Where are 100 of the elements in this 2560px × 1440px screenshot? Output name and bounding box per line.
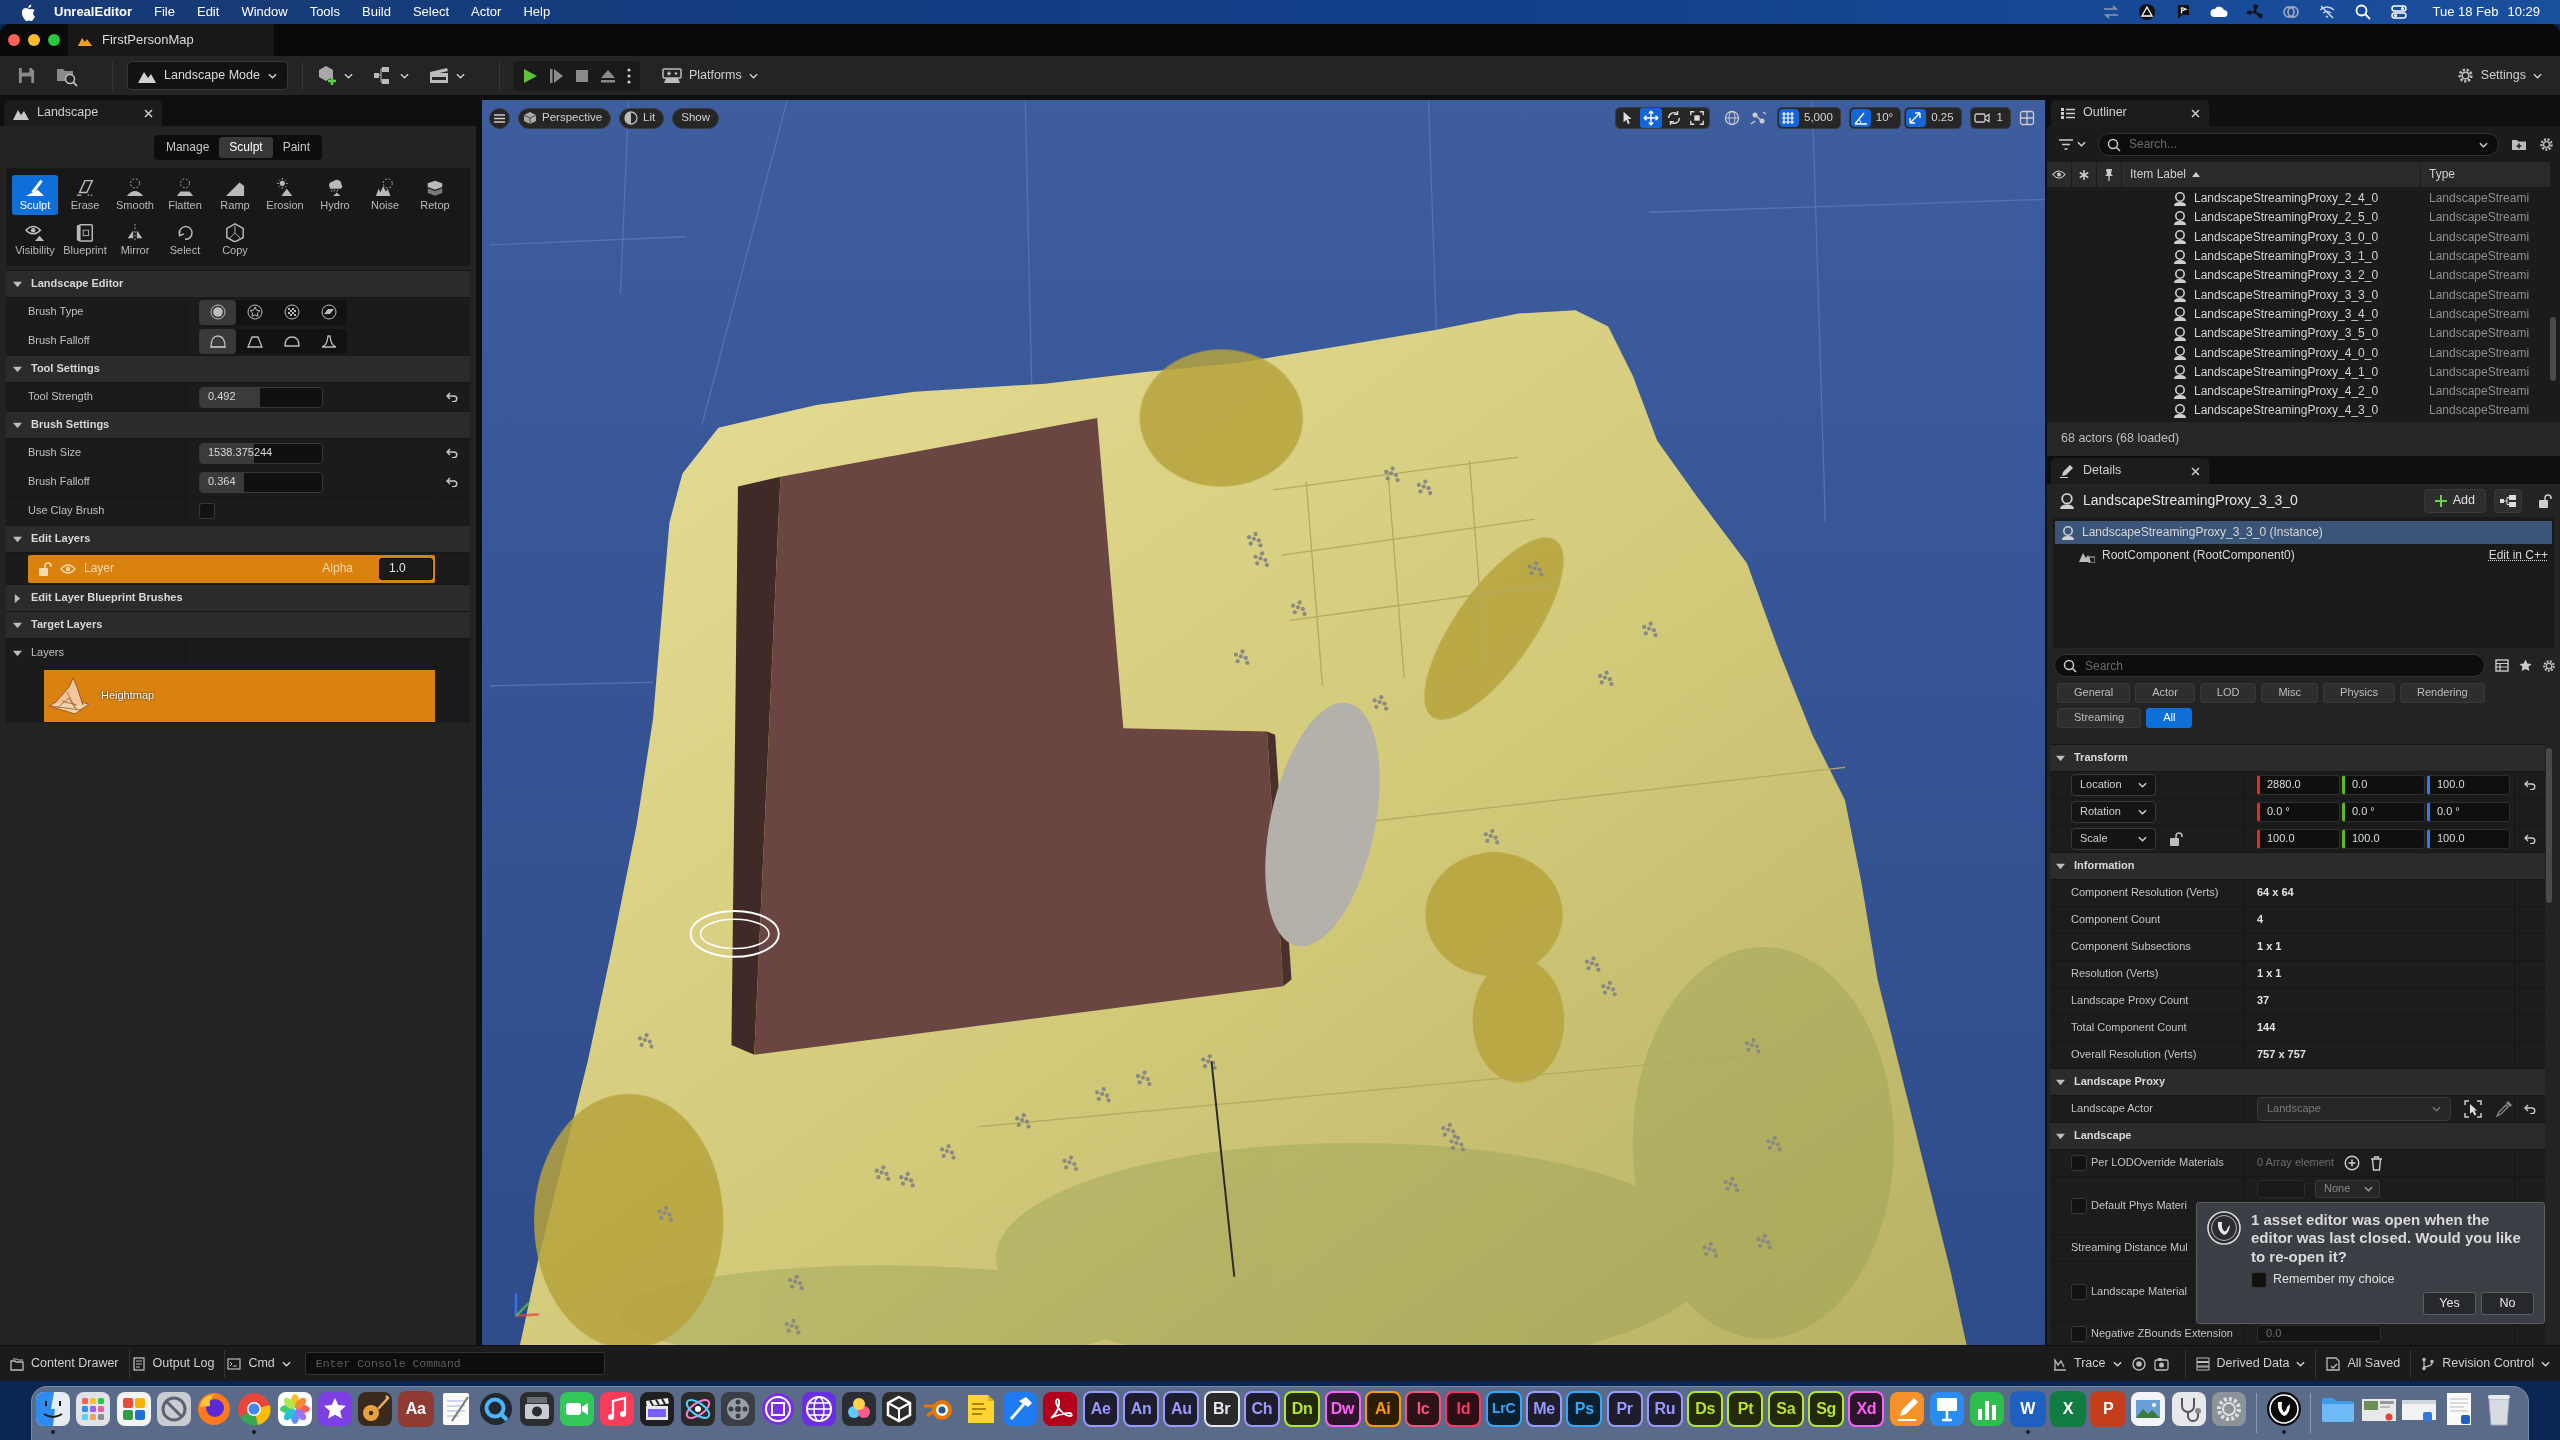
guitar-icon[interactable] xyxy=(357,1391,394,1427)
outliner-row[interactable]: LandscapeStreamingProxy_3_4_0 LandscapeStreami xyxy=(2047,304,2560,325)
mode-dropdown[interactable]: Landscape Mode xyxy=(127,61,288,90)
wifi-off-icon[interactable] xyxy=(2318,3,2337,21)
menu-item[interactable]: Select xyxy=(412,3,450,21)
layer-row[interactable]: Layer Alpha 1.0 xyxy=(28,554,435,583)
app-launcher[interactable]: P xyxy=(2090,1391,2127,1427)
disclosure-triangle-icon[interactable] xyxy=(13,420,22,430)
filter-tab[interactable]: LOD xyxy=(2199,683,2257,703)
reset-arrow-icon[interactable] xyxy=(2523,834,2537,844)
add-component-button[interactable]: Add xyxy=(2423,488,2486,513)
outliner-row[interactable]: LandscapeStreamingProxy_2_4_0 LandscapeStreami xyxy=(2047,189,2560,209)
app-launcher[interactable]: Ic xyxy=(1405,1391,1442,1427)
cmd-dropdown[interactable]: Cmd xyxy=(225,1349,301,1378)
add-actor-button[interactable] xyxy=(316,65,353,86)
search-field[interactable]: Search xyxy=(2054,654,2485,677)
app-launcher[interactable]: Pr xyxy=(1606,1391,1643,1427)
disclosure-triangle-icon[interactable] xyxy=(2056,1131,2065,1141)
rings-icon[interactable] xyxy=(2282,3,2301,21)
tool-button[interactable]: Smooth xyxy=(112,175,158,215)
disclosure-triangle-icon[interactable] xyxy=(2056,1077,2065,1087)
record-icon[interactable] xyxy=(2131,1356,2146,1371)
app-launcher[interactable]: X xyxy=(2049,1391,2086,1427)
trash-icon[interactable] xyxy=(2370,1155,2384,1171)
camera-icon[interactable] xyxy=(518,1391,555,1427)
vector-field[interactable]: 0.0 ° xyxy=(2257,802,2340,822)
outliner-row[interactable]: LandscapeStreamingProxy_2_5_0 LandscapeStreami xyxy=(2047,208,2560,228)
app-launcher[interactable]: Au xyxy=(1163,1391,1200,1427)
apple-icon[interactable] xyxy=(21,3,35,21)
camera-speed-button[interactable]: 1 xyxy=(1969,107,2011,129)
platforms-dropdown[interactable]: Platforms xyxy=(661,67,758,84)
eject-icon[interactable] xyxy=(599,68,616,83)
vector-field[interactable]: 0.0 xyxy=(2342,775,2425,795)
scrollbar-thumb[interactable] xyxy=(2550,317,2556,381)
video-camera-icon[interactable] xyxy=(558,1391,595,1427)
app-menu[interactable]: UnrealEditor xyxy=(54,3,132,21)
photo-stack-icon[interactable] xyxy=(2130,1391,2167,1427)
app-launcher[interactable]: Xd xyxy=(1848,1391,1885,1427)
tool-button[interactable]: Visibility xyxy=(12,220,58,260)
column-header[interactable]: Type xyxy=(2421,167,2455,182)
disclosure-triangle-icon[interactable] xyxy=(13,534,22,544)
vector-field[interactable]: 100.0 xyxy=(2427,829,2510,849)
outliner-row[interactable]: LandscapeStreamingProxy_4_2_0 LandscapeStreami xyxy=(2047,381,2560,402)
filter-tab[interactable]: General xyxy=(2057,683,2131,703)
snap-button[interactable]: 10° xyxy=(1848,107,1902,129)
pick-actor-icon[interactable] xyxy=(2463,1099,2483,1119)
tool-button[interactable]: Retop xyxy=(412,175,458,215)
app-launcher[interactable]: Id xyxy=(1445,1391,1482,1427)
bar-chart-icon[interactable] xyxy=(1969,1391,2006,1427)
app-launcher[interactable]: LrC xyxy=(1485,1391,1522,1427)
disclosure-triangle-icon[interactable] xyxy=(2056,753,2065,763)
add-folder-icon[interactable] xyxy=(2511,137,2527,151)
derived-data-dropdown[interactable]: Derived Data xyxy=(2193,1349,2316,1378)
app-launcher[interactable]: Dw xyxy=(1324,1391,1361,1427)
reset-arrow-icon[interactable] xyxy=(446,392,459,402)
edit-code-link[interactable]: Edit in C++ xyxy=(2488,548,2548,563)
kebab-menu-icon[interactable] xyxy=(626,67,631,84)
outliner-row[interactable]: LandscapeStreamingProxy_3_0_0 LandscapeStreami xyxy=(2047,227,2560,247)
outliner-row[interactable]: LandscapeStreamingProxy_3_5_0 LandscapeStreami xyxy=(2047,324,2560,344)
component-row[interactable]: LandscapeStreamingProxy_3_3_0 (Instance) xyxy=(2055,521,2552,544)
tool-button[interactable]: Flatten xyxy=(162,175,208,215)
app-launcher[interactable]: Pt xyxy=(1727,1391,1764,1427)
menu-item[interactable]: Window xyxy=(241,3,288,21)
transform-dropdown[interactable]: Location xyxy=(2071,774,2156,796)
section-header[interactable]: Brush Settings xyxy=(6,411,470,438)
vector-field[interactable]: 100.0 xyxy=(2342,829,2425,849)
output-log-button[interactable]: Output Log xyxy=(129,1349,225,1378)
alpha-field[interactable]: 1.0 xyxy=(379,557,433,580)
film-reel-icon[interactable] xyxy=(720,1391,757,1427)
section-header[interactable]: Information xyxy=(2050,852,2545,879)
app-launcher[interactable]: Ds xyxy=(1687,1391,1724,1427)
menu-item[interactable]: Build xyxy=(362,3,391,21)
clapperboard-icon[interactable] xyxy=(639,1391,676,1427)
disclosure-triangle-icon[interactable] xyxy=(13,593,22,603)
menu-bar-clock[interactable]: 10:29 xyxy=(2507,3,2540,21)
surface-snap-icon[interactable] xyxy=(1750,110,1768,126)
film-circle-icon[interactable] xyxy=(760,1391,797,1427)
section-header[interactable]: Landscape Editor xyxy=(6,270,470,297)
color-squares-icon[interactable] xyxy=(115,1391,152,1427)
tool-button[interactable]: Select xyxy=(162,220,208,260)
magnifier-icon[interactable] xyxy=(478,1391,515,1427)
remember-checkbox[interactable] xyxy=(2251,1271,2267,1288)
reset-arrow-icon[interactable] xyxy=(2523,780,2537,790)
app-launcher[interactable]: Sg xyxy=(1808,1391,1845,1427)
filter-dropdown[interactable] xyxy=(2059,138,2086,150)
app-launcher[interactable]: Ae xyxy=(1082,1391,1119,1427)
asterisk-icon[interactable] xyxy=(2079,169,2089,180)
disclosure-triangle-icon[interactable] xyxy=(2056,861,2065,871)
vector-field[interactable]: 2880.0 xyxy=(2257,775,2340,795)
app-launcher[interactable]: Br xyxy=(1203,1391,1240,1427)
disclosure-triangle-icon[interactable] xyxy=(13,279,22,289)
play-icon[interactable] xyxy=(522,67,538,84)
dialog-button[interactable]: Yes xyxy=(2423,1291,2476,1315)
save-status-button[interactable]: All Saved xyxy=(2324,1349,2411,1378)
open-padlock-icon[interactable] xyxy=(2538,493,2552,508)
orbit-icon[interactable] xyxy=(679,1391,716,1427)
app-grid-icon[interactable] xyxy=(75,1391,112,1427)
app-launcher[interactable]: Sa xyxy=(1767,1391,1804,1427)
viewport-layout-icon[interactable] xyxy=(2019,110,2035,126)
number-field[interactable]: 0.364 xyxy=(199,471,323,493)
